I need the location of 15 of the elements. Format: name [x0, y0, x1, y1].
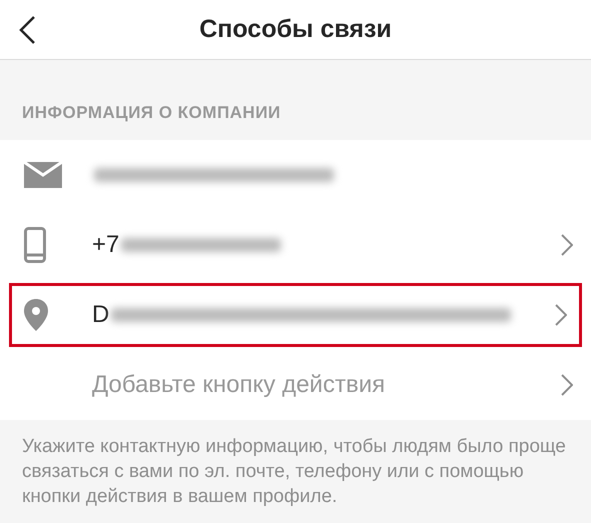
phone-icon — [24, 227, 46, 263]
contact-row[interactable]: D — [6, 280, 585, 350]
footer-description: Укажите контактную информацию, чтобы людям было проще связаться с вами по эл. почте, телефону или с помощью кнопки действия в вашем профиле. — [22, 435, 567, 509]
envelope-icon — [24, 162, 62, 188]
location-pin-icon — [24, 299, 48, 331]
contact-text: +7 — [92, 230, 120, 260]
chevron-right-icon — [555, 304, 567, 326]
back-icon[interactable] — [18, 14, 36, 44]
page-title: Способы связи — [199, 14, 392, 45]
chevron-right-icon — [561, 234, 573, 256]
chevron-right-icon — [561, 374, 573, 396]
add-action-label: Добавьте кнопку действия — [92, 370, 385, 400]
contact-text: D — [92, 300, 110, 330]
section-title: ИНФОРМАЦИЯ О КОМПАНИИ — [22, 103, 281, 122]
contact-row[interactable]: +7 — [0, 210, 591, 280]
